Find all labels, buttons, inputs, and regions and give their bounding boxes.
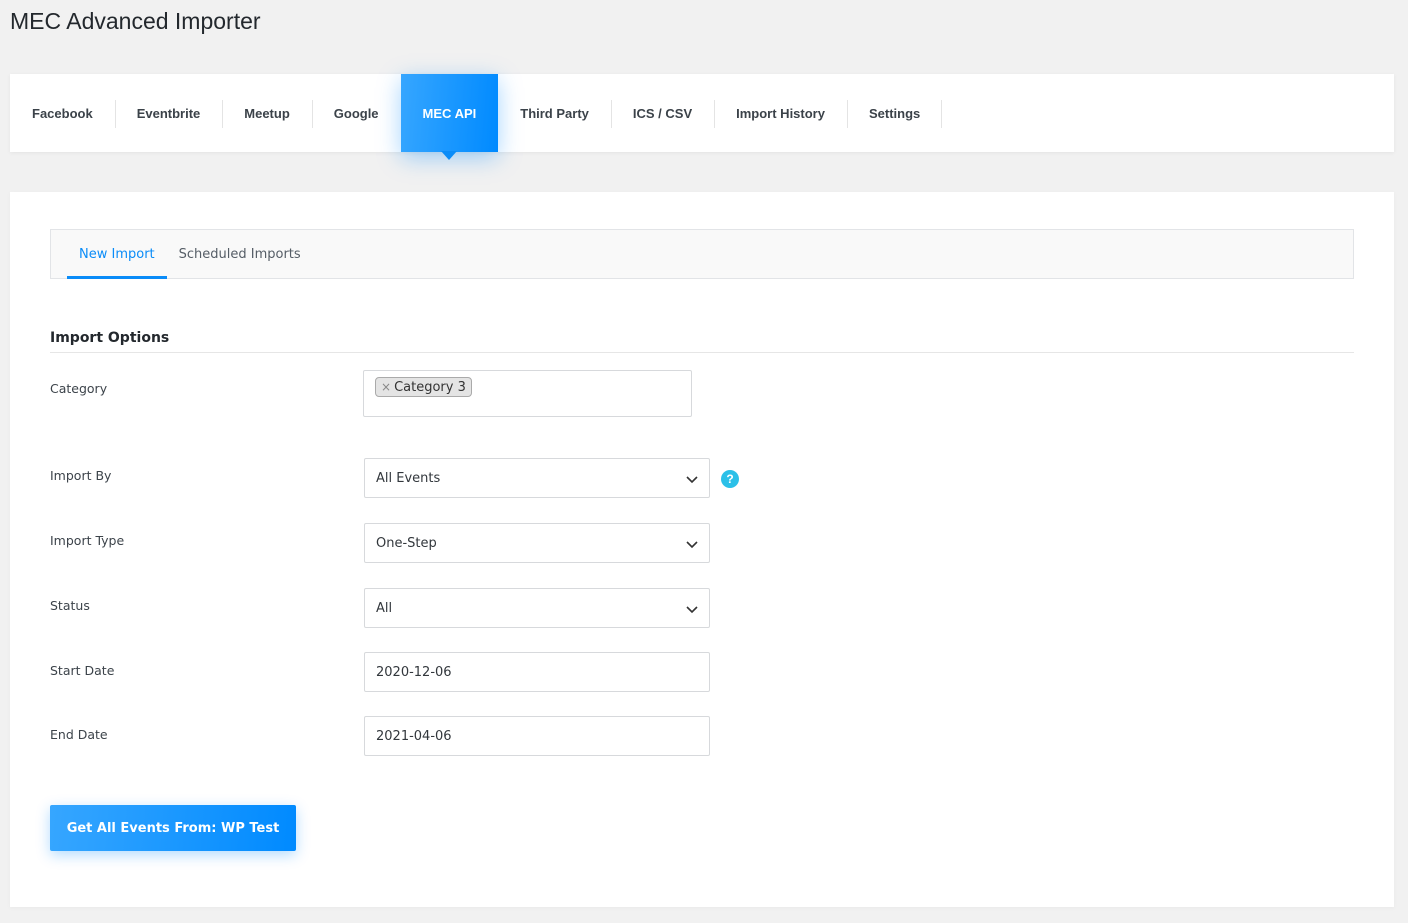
nav-tab-label: Import History — [736, 105, 825, 121]
nav-tab-facebook[interactable]: Facebook — [10, 74, 115, 152]
chip-remove-icon[interactable]: × — [381, 380, 391, 394]
nav-tab-label: Facebook — [32, 105, 93, 121]
nav-tab-ics-csv[interactable]: ICS / CSV — [610, 74, 714, 152]
nav-tab-label: Third Party — [520, 105, 589, 121]
chevron-down-icon — [686, 606, 698, 614]
nav-tab-label: Google — [333, 105, 379, 121]
status-select[interactable]: All — [364, 588, 710, 628]
main-nav: Facebook Eventbrite Meetup Google MEC AP… — [10, 74, 1394, 160]
page-title: MEC Advanced Importer — [10, 8, 261, 34]
import-panel: New Import Scheduled Imports Import Opti… — [10, 192, 1394, 907]
end-date-label: End Date — [50, 727, 108, 742]
nav-tab-label: MEC API — [422, 105, 477, 121]
help-icon[interactable]: ? — [721, 470, 739, 488]
start-date-input[interactable]: 2020-12-06 — [364, 652, 710, 692]
import-type-select[interactable]: One-Step — [364, 523, 710, 563]
import-type-value: One-Step — [376, 535, 437, 551]
category-label: Category — [50, 381, 108, 396]
nav-tab-mec-api[interactable]: MEC API — [400, 74, 499, 160]
status-label: Status — [50, 598, 90, 613]
nav-tab-third-party[interactable]: Third Party — [498, 74, 611, 152]
import-by-label: Import By — [50, 468, 112, 483]
nav-tab-label: Meetup — [244, 105, 290, 121]
nav-tab-import-history[interactable]: Import History — [714, 74, 847, 152]
start-date-label: Start Date — [50, 663, 115, 678]
active-tab-caret — [441, 151, 458, 160]
category-multiselect[interactable]: × Category 3 — [363, 370, 692, 417]
import-by-value: All Events — [376, 470, 441, 486]
subtab-scheduled-imports[interactable]: Scheduled Imports — [167, 230, 313, 278]
nav-tab-settings[interactable]: Settings — [846, 74, 943, 152]
get-events-button[interactable]: Get All Events From: WP Test — [50, 805, 296, 851]
chevron-down-icon — [686, 541, 698, 549]
nav-tab-label: ICS / CSV — [632, 105, 693, 121]
status-value: All — [376, 600, 393, 616]
section-title: Import Options — [50, 330, 1354, 353]
chip-label: Category 3 — [394, 379, 466, 395]
nav-tab-label: Settings — [868, 105, 921, 121]
nav-tab-label: Eventbrite — [136, 105, 201, 121]
chevron-down-icon — [686, 476, 698, 484]
nav-tab-eventbrite[interactable]: Eventbrite — [114, 74, 223, 152]
category-chip: × Category 3 — [375, 377, 472, 397]
nav-tab-google[interactable]: Google — [311, 74, 401, 152]
import-by-select[interactable]: All Events — [364, 458, 710, 498]
nav-tab-meetup[interactable]: Meetup — [222, 74, 312, 152]
import-type-label: Import Type — [50, 533, 125, 548]
end-date-input[interactable]: 2021-04-06 — [364, 716, 710, 756]
subtab-bar: New Import Scheduled Imports — [50, 229, 1354, 279]
subtab-new-import[interactable]: New Import — [67, 230, 167, 279]
